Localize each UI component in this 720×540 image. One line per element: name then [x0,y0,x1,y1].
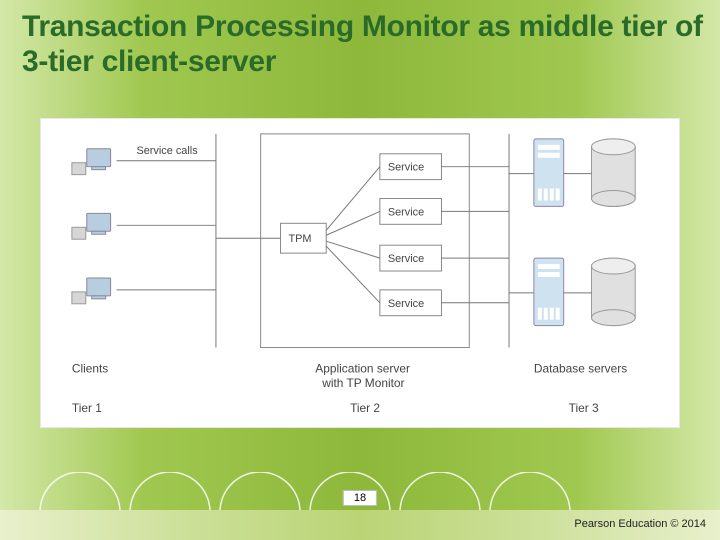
client-3 [72,278,111,304]
architecture-diagram: Service calls TPM Service Service Servic… [40,118,680,428]
slide: Transaction Processing Monitor as middle… [0,0,720,540]
tier2-label: Tier 2 [350,401,380,415]
tier3-label: Tier 3 [569,401,599,415]
svg-text:Service: Service [388,206,424,218]
service-box-4: Service [380,290,442,316]
svg-text:Service: Service [388,162,424,174]
dbservers-label: Database servers [534,361,627,375]
page-number: 18 [343,490,377,506]
client-2 [72,213,111,239]
db-server-2 [534,258,564,326]
appserver-label-1: Application server [315,361,410,375]
service-box-3: Service [380,245,442,271]
clients-label: Clients [72,361,108,375]
svg-text:Service: Service [388,298,424,310]
copyright-text: Pearson Education © 2014 [574,518,706,530]
slide-title: Transaction Processing Monitor as middle… [22,10,720,79]
db-cylinder-2 [591,258,635,326]
tier1-label: Tier 1 [72,401,102,415]
service-box-2: Service [380,198,442,224]
client-1 [72,149,111,175]
service-box-1: Service [380,154,442,180]
appserver-label-2: with TP Monitor [321,376,404,390]
tpm-label: TPM [288,233,311,245]
db-cylinder-1 [591,139,635,207]
service-calls-label: Service calls [136,145,198,157]
svg-text:Service: Service [388,253,424,265]
db-server-1 [534,139,564,207]
